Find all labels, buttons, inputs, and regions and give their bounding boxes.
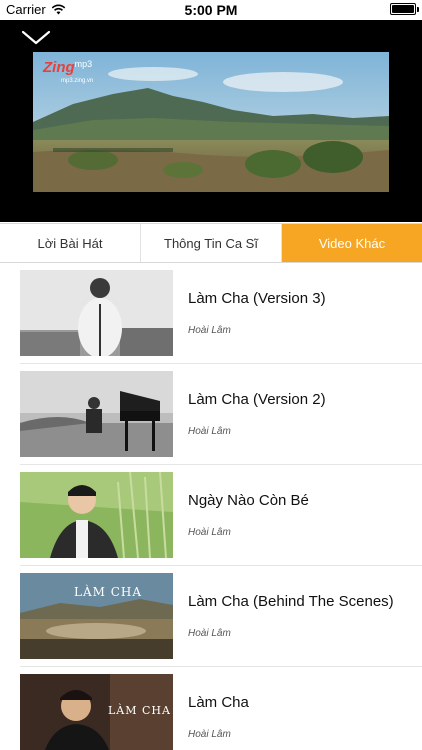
video-thumbnail: LÀM CHA: [20, 674, 173, 750]
chevron-down-icon: [21, 30, 51, 45]
list-item[interactable]: Làm Cha (Version 3) Hoài Lâm: [0, 263, 422, 364]
thumb-caption: LÀM CHA: [108, 704, 171, 717]
video-thumbnail: [20, 270, 173, 356]
collapse-player-button[interactable]: [20, 28, 52, 48]
video-thumbnail: LÀM CHA: [20, 573, 173, 659]
list-item[interactable]: LÀM CHA Làm Cha (Behind The Scenes) Hoài…: [0, 566, 422, 667]
video-artist: Hoài Lâm: [188, 527, 231, 538]
battery-icon: [390, 3, 419, 15]
tab-artist-info[interactable]: Thông Tin Ca Sĩ: [141, 224, 282, 262]
status-right: [390, 3, 419, 15]
list-item[interactable]: LÀM CHA Làm Cha Hoài Lâm: [0, 667, 422, 750]
tab-other-videos[interactable]: Video Khác: [282, 224, 422, 262]
status-time: 5:00 PM: [184, 2, 238, 18]
list-item[interactable]: Làm Cha (Version 2) Hoài Lâm: [0, 364, 422, 465]
list-item[interactable]: Ngày Nào Còn Bé Hoài Lâm: [0, 465, 422, 566]
video-artist: Hoài Lâm: [188, 729, 231, 740]
video-thumbnail: [20, 472, 173, 558]
video-artist: Hoài Lâm: [188, 325, 231, 336]
video-title: Làm Cha (Version 3): [188, 290, 326, 307]
video-thumbnail: [20, 371, 173, 457]
video-list: Làm Cha (Version 3) Hoài Lâm Làm Cha (Ve…: [0, 263, 422, 750]
status-bar: Carrier 5:00 PM: [0, 0, 422, 20]
logo-url: mp3.zing.vn: [61, 78, 94, 84]
video-player[interactable]: Zingmp3 mp3.zing.vn: [0, 20, 422, 222]
video-title: Làm Cha: [188, 694, 249, 711]
video-artist: Hoài Lâm: [188, 628, 231, 639]
video-artist: Hoài Lâm: [188, 426, 231, 437]
thumb-caption: LÀM CHA: [74, 585, 143, 599]
video-title: Làm Cha (Behind The Scenes): [188, 593, 394, 610]
tab-lyrics[interactable]: Lời Bài Hát: [0, 224, 141, 262]
video-title: Làm Cha (Version 2): [188, 391, 326, 408]
tab-bar: Lời Bài Hát Thông Tin Ca Sĩ Video Khác: [0, 223, 422, 263]
zing-mp3-logo: Zingmp3: [43, 59, 93, 76]
video-frame[interactable]: Zingmp3 mp3.zing.vn: [33, 52, 389, 192]
video-title: Ngày Nào Còn Bé: [188, 492, 309, 509]
